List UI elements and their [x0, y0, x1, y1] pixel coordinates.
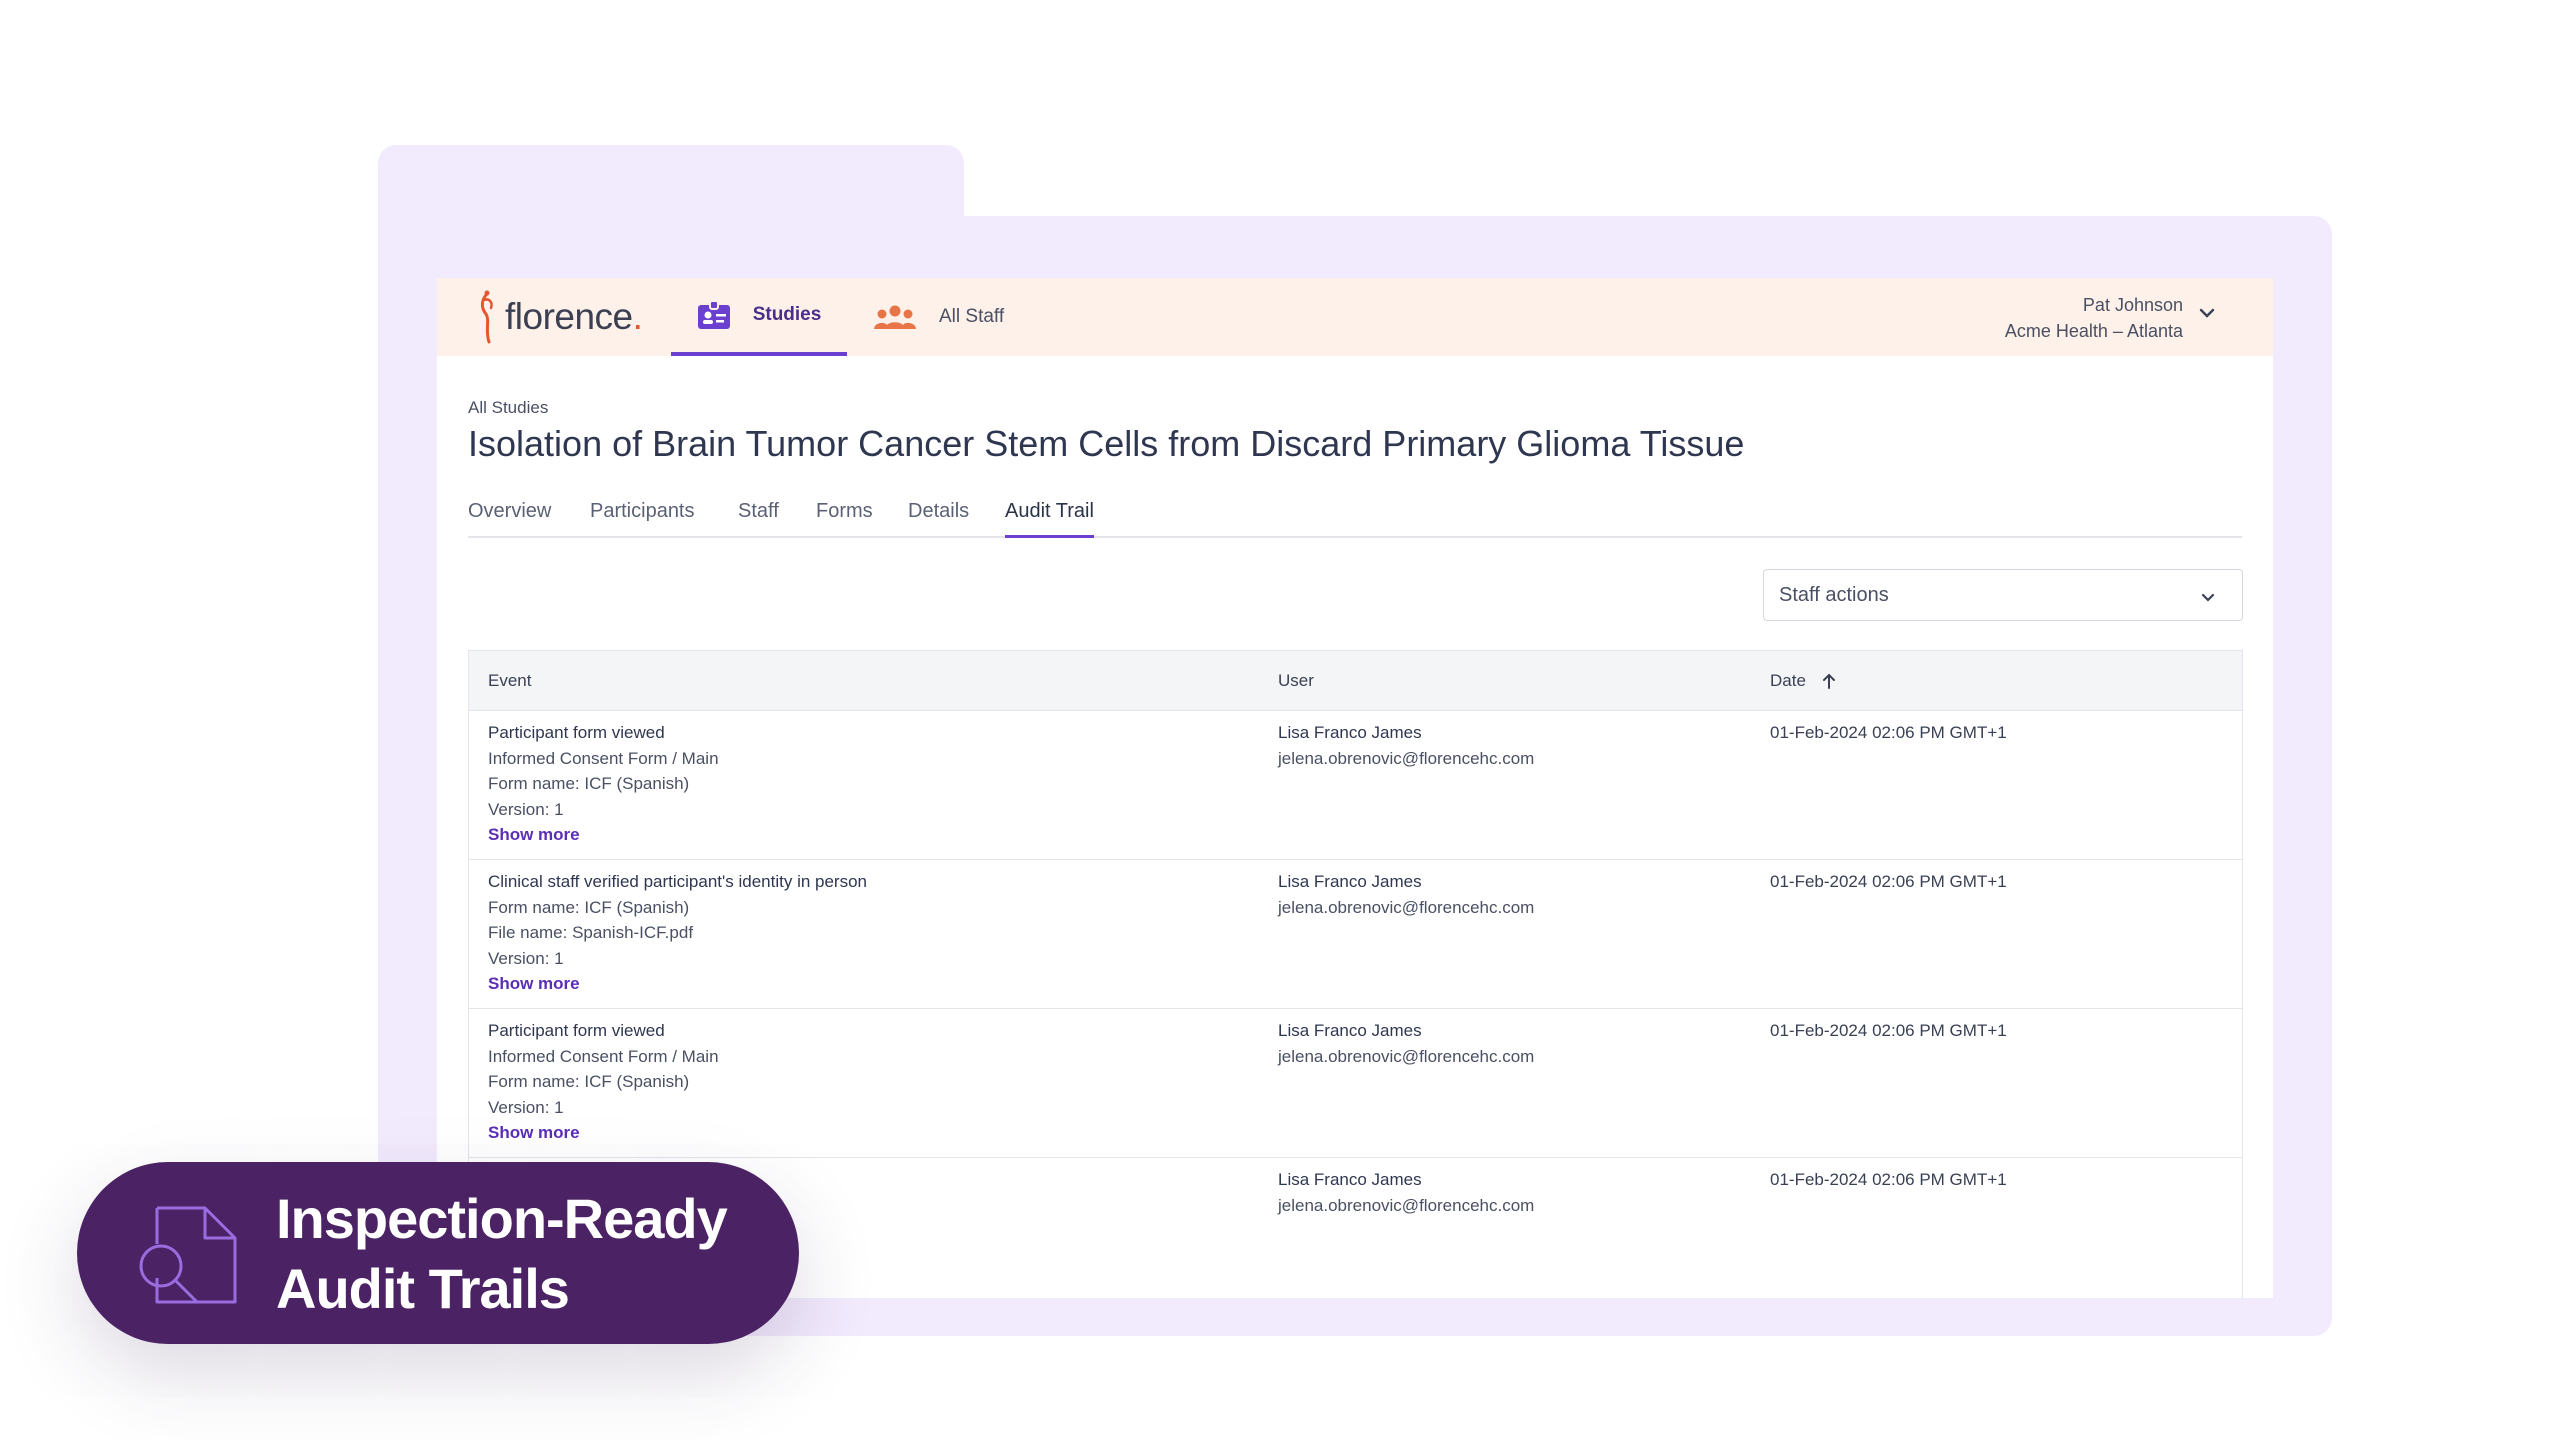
event-detail: Version: 1 [488, 799, 564, 819]
user-name: Lisa Franco James [1278, 723, 1422, 742]
column-header-user: User [1278, 671, 1314, 690]
user-email: jelena.obrenovic@florencehc.com [1278, 1195, 1535, 1215]
user-menu[interactable]: Pat Johnson Acme Health – Atlanta [2005, 292, 2183, 344]
event-detail: Informed Consent Form / Main [488, 1046, 719, 1066]
event-detail: Version: 1 [488, 948, 564, 968]
id-badge-icon [697, 300, 731, 330]
event-detail: File name: Spanish-ICF.pdf [488, 923, 694, 942]
nav-tab-all-staff-label: All Staff [939, 306, 1005, 327]
feature-badge: Inspection-Ready Audit Trails [77, 1162, 799, 1344]
tab-overview[interactable]: Overview [468, 496, 551, 538]
show-more-link[interactable]: Show more [488, 822, 1248, 848]
florence-logo[interactable]: florence [475, 290, 642, 344]
event-detail: Version: 1 [488, 1097, 564, 1117]
event-detail: Form name: ICF (Spanish) [488, 774, 690, 793]
user-cell: Lisa Franco James jelena.obrenovic@flore… [1278, 1018, 1758, 1069]
top-navigation-bar: florence Studies [437, 278, 2273, 356]
chevron-down-icon [2200, 587, 2216, 610]
event-detail: Form name: ICF (Spanish) [488, 897, 690, 917]
people-group-icon [873, 304, 917, 330]
user-cell: Lisa Franco James jelena.obrenovic@flore… [1278, 720, 1758, 771]
column-header-date[interactable]: Date [1770, 651, 1836, 711]
date-cell: 01-Feb-2024 02:06 PM GMT+1 [1770, 1021, 2007, 1040]
staff-actions-select[interactable]: Staff actions [1763, 569, 2243, 621]
user-cell: Lisa Franco James jelena.obrenovic@flore… [1278, 869, 1758, 920]
column-header-date-label: Date [1770, 671, 1806, 690]
user-name: Pat Johnson [2082, 295, 2183, 315]
show-more-link[interactable]: Show more [488, 971, 1248, 997]
event-title: Participant form viewed [488, 723, 665, 742]
event-cell: Participant form viewed Informed Consent… [488, 1018, 1248, 1146]
user-email: jelena.obrenovic@florencehc.com [1278, 897, 1535, 917]
date-cell: 01-Feb-2024 02:06 PM GMT+1 [1770, 723, 2007, 742]
chevron-down-icon[interactable] [2199, 306, 2215, 324]
badge-title-line-2: Audit Trails [276, 1257, 570, 1320]
logo-text: florence [505, 296, 642, 338]
document-search-icon [135, 1200, 239, 1313]
user-name: Lisa Franco James [1278, 872, 1422, 891]
event-title: Clinical staff verified participant's id… [488, 872, 868, 891]
event-cell: Clinical staff verified participant's id… [488, 869, 1248, 997]
table-header: Event User Date [469, 651, 2242, 711]
table-row: Participant form viewed Informed Consent… [469, 1009, 2242, 1158]
user-organization: Acme Health – Atlanta [2004, 321, 2183, 341]
event-detail: Informed Consent Form / Main [488, 748, 719, 768]
date-cell: 01-Feb-2024 02:06 PM GMT+1 [1770, 1170, 2007, 1189]
user-name: Lisa Franco James [1278, 1170, 1422, 1189]
table-row: Participant form viewed Informed Consent… [469, 711, 2242, 860]
user-email: jelena.obrenovic@florencehc.com [1278, 748, 1535, 768]
nav-tab-studies[interactable]: Studies [671, 278, 847, 356]
event-title: Participant form viewed [488, 1021, 665, 1040]
badge-title-line-1: Inspection-Ready [276, 1187, 728, 1250]
sort-ascending-icon[interactable] [1822, 672, 1836, 690]
florence-logo-icon [480, 290, 493, 344]
tab-forms[interactable]: Forms [816, 496, 873, 538]
tab-staff[interactable]: Staff [738, 496, 779, 538]
app-window: florence Studies [437, 278, 2273, 1298]
nav-tab-all-staff[interactable]: All Staff [867, 278, 1004, 356]
event-cell: Participant form viewed Informed Consent… [488, 720, 1248, 848]
event-detail: Form name: ICF (Spanish) [488, 1072, 690, 1091]
date-cell: 01-Feb-2024 02:06 PM GMT+1 [1770, 872, 2007, 891]
study-tabs: Overview Participants Staff Forms Detail… [468, 496, 2242, 538]
staff-actions-select-value: Staff actions [1779, 583, 1889, 606]
breadcrumb[interactable]: All Studies [468, 398, 548, 418]
user-cell: Lisa Franco James jelena.obrenovic@flore… [1278, 1167, 1758, 1218]
page-title: Isolation of Brain Tumor Cancer Stem Cel… [468, 423, 1745, 464]
column-header-event: Event [488, 671, 532, 690]
tab-audit-trail[interactable]: Audit Trail [1005, 496, 1094, 538]
tab-participants[interactable]: Participants [590, 496, 695, 538]
nav-tab-studies-label: Studies [752, 304, 822, 325]
user-email: jelena.obrenovic@florencehc.com [1278, 1046, 1535, 1066]
tab-details[interactable]: Details [908, 496, 969, 538]
show-more-link[interactable]: Show more [488, 1120, 1248, 1146]
user-name: Lisa Franco James [1278, 1021, 1422, 1040]
table-row: Clinical staff verified participant's id… [469, 860, 2242, 1009]
badge-title: Inspection-Ready Audit Trails [276, 1184, 728, 1324]
